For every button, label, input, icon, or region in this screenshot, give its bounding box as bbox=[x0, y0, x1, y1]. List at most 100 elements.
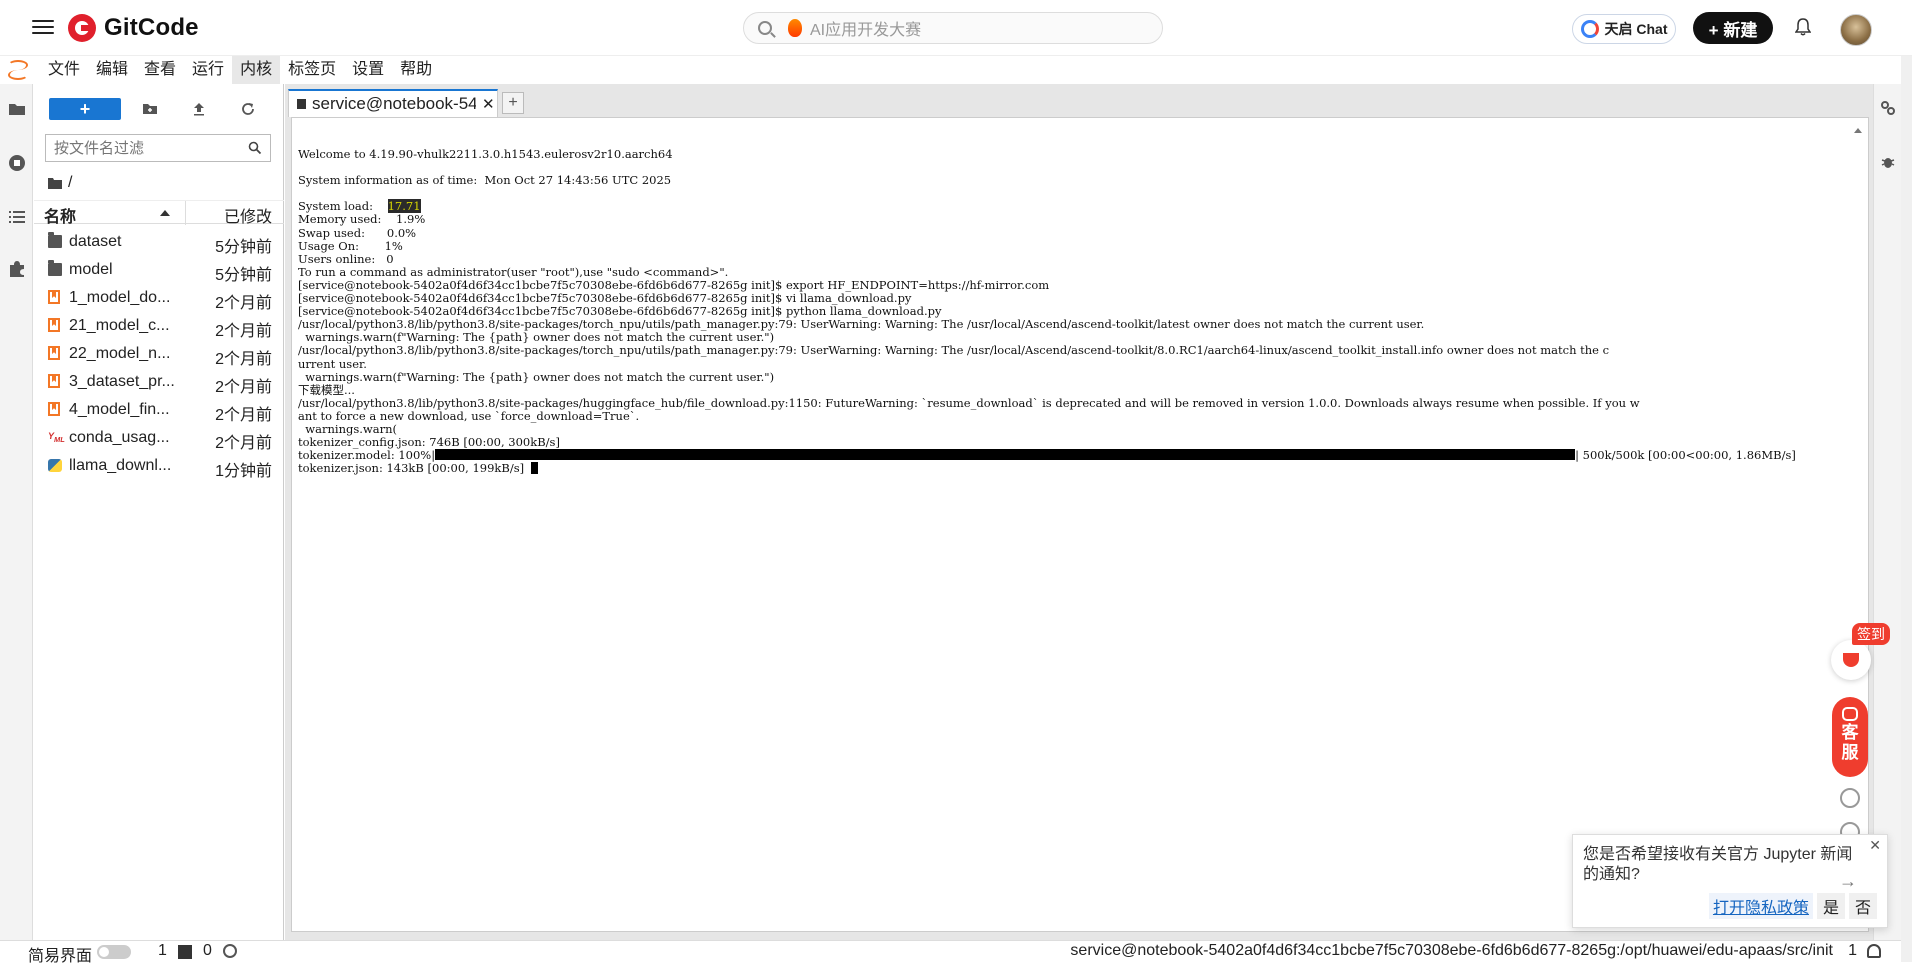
file-modified: 2个月前 bbox=[215, 323, 272, 340]
folder-icon[interactable] bbox=[8, 100, 26, 118]
main-dock-area: service@notebook-5402a0f4d6f34cc1bcbe7f5… bbox=[285, 84, 1873, 940]
file-modified: 5分钟前 bbox=[215, 267, 272, 284]
file-row[interactable]: model 5分钟前 bbox=[34, 256, 284, 284]
file-row[interactable]: YML conda_usag... 2个月前 bbox=[34, 424, 284, 452]
file-name: 21_model_c... bbox=[69, 317, 170, 334]
trophy-icon bbox=[1843, 653, 1859, 667]
bell-icon[interactable] bbox=[1867, 944, 1881, 958]
file-row[interactable]: llama_downl... 1分钟前 bbox=[34, 452, 284, 480]
terminal-icon bbox=[297, 99, 306, 109]
terminal-text-block: Memory used: 1.9% Swap used: 0.0% Usage … bbox=[298, 212, 1640, 450]
gitcode-logo[interactable]: GitCode bbox=[68, 12, 199, 44]
terminal-panel[interactable]: Welcome to 4.19.90-vhulk2211.3.0.h1543.e… bbox=[291, 117, 1869, 932]
refresh-icon[interactable] bbox=[239, 100, 257, 118]
page-scrollbar[interactable] bbox=[1901, 56, 1912, 962]
hamburger-menu-icon[interactable] bbox=[32, 16, 54, 38]
tab-terminal[interactable]: service@notebook-5402a0f4d6f34cc1bcbe7f5… bbox=[288, 89, 498, 117]
kernel-count[interactable]: 1 bbox=[158, 942, 167, 960]
terminal-count[interactable]: 0 bbox=[203, 942, 212, 960]
top-header: GitCode AI应用开发大赛 天启 Chat + 新建 bbox=[0, 0, 1912, 56]
tab-label: service@notebook-5402a0f4d6f34cc1bcbe7f5… bbox=[312, 94, 476, 113]
file-row[interactable]: 21_model_c... 2个月前 bbox=[34, 312, 284, 340]
menu-help[interactable]: 帮助 bbox=[392, 56, 440, 84]
debugger-bug-icon[interactable] bbox=[1880, 154, 1896, 170]
add-tab-button[interactable]: + bbox=[502, 92, 524, 114]
menu-file[interactable]: 文件 bbox=[40, 56, 88, 84]
menu-view[interactable]: 查看 bbox=[136, 56, 184, 84]
menu-run[interactable]: 运行 bbox=[184, 56, 232, 84]
privacy-policy-link[interactable]: 打开隐私政策 bbox=[1708, 893, 1813, 919]
chat-logo-icon bbox=[1580, 20, 1599, 38]
left-sidebar-rail bbox=[0, 84, 33, 940]
checkin-badge[interactable]: 签到 bbox=[1852, 623, 1890, 645]
chat-button[interactable]: 天启 Chat bbox=[1572, 14, 1676, 44]
file-filter-input[interactable] bbox=[54, 139, 234, 157]
upload-icon[interactable] bbox=[190, 100, 208, 118]
user-avatar[interactable] bbox=[1840, 14, 1872, 46]
notification-count[interactable]: 1 bbox=[1848, 942, 1857, 960]
notebook-icon bbox=[48, 346, 60, 360]
file-row[interactable]: 22_model_n... 2个月前 bbox=[34, 340, 284, 368]
tab-bar: service@notebook-5402a0f4d6f34cc1bcbe7f5… bbox=[288, 87, 524, 117]
close-icon[interactable]: ✕ bbox=[1869, 837, 1881, 854]
terminal-last-line: tokenizer.json: 143kB [00:00, 199kB/s] bbox=[298, 461, 532, 476]
table-of-contents-icon[interactable] bbox=[8, 208, 26, 226]
system-load-value: 17.71 bbox=[387, 199, 421, 214]
download-progress-bar bbox=[435, 449, 1576, 461]
file-modified: 2个月前 bbox=[215, 435, 272, 452]
extension-puzzle-icon[interactable] bbox=[8, 260, 26, 278]
file-modified: 2个月前 bbox=[215, 407, 272, 424]
menu-tabs[interactable]: 标签页 bbox=[280, 56, 344, 84]
menu-edit[interactable]: 编辑 bbox=[88, 56, 136, 84]
bell-icon[interactable] bbox=[1795, 18, 1811, 36]
terminal-icon bbox=[178, 945, 192, 959]
history-icon[interactable] bbox=[1840, 788, 1860, 808]
file-modified: 5分钟前 bbox=[215, 239, 272, 256]
yaml-file-icon: YML bbox=[48, 431, 65, 444]
column-modified[interactable]: 已修改 bbox=[224, 203, 272, 227]
file-filter-field[interactable] bbox=[45, 134, 271, 162]
toast-actions: 打开隐私政策 是 否 bbox=[1708, 893, 1877, 919]
new-button[interactable]: + 新建 bbox=[1693, 12, 1773, 44]
customer-service-button[interactable]: 客服 bbox=[1832, 697, 1868, 777]
column-name[interactable]: 名称 bbox=[44, 203, 76, 227]
close-icon[interactable]: ✕ bbox=[482, 95, 495, 113]
search-icon bbox=[758, 21, 772, 35]
no-button[interactable]: 否 bbox=[1848, 893, 1877, 919]
checkin-trophy-button[interactable] bbox=[1831, 640, 1871, 680]
file-name: conda_usag... bbox=[69, 429, 170, 446]
running-stop-icon[interactable] bbox=[8, 154, 26, 172]
new-folder-icon[interactable] bbox=[141, 100, 159, 118]
menu-kernel[interactable]: 内核 bbox=[232, 56, 281, 84]
file-row[interactable]: 4_model_fin... 2个月前 bbox=[34, 396, 284, 424]
file-row[interactable]: 3_dataset_pr... 2个月前 bbox=[34, 368, 284, 396]
menu-settings[interactable]: 设置 bbox=[344, 56, 392, 84]
file-row[interactable]: 1_model_do... 2个月前 bbox=[34, 284, 284, 312]
simple-mode-toggle[interactable] bbox=[97, 945, 131, 959]
property-inspector-icon[interactable] bbox=[1880, 100, 1896, 116]
file-row[interactable]: dataset 5分钟前 bbox=[34, 228, 284, 256]
file-name: 1_model_do... bbox=[69, 289, 171, 306]
news-notification-toast: 您是否希望接收有关官方 Jupyter 新闻的通知? ✕ → 打开隐私政策 是 … bbox=[1572, 834, 1888, 928]
progress-suffix: | 500k/500k [00:00<00:00, 1.86MB/s] bbox=[1575, 448, 1796, 463]
terminal-text-block: Welcome to 4.19.90-vhulk2211.3.0.h1543.e… bbox=[298, 147, 673, 214]
gear-icon[interactable] bbox=[223, 944, 237, 958]
notebook-icon bbox=[48, 402, 60, 416]
customer-service-label: 客服 bbox=[1841, 723, 1859, 762]
arrow-right-icon[interactable]: → bbox=[1839, 871, 1857, 892]
breadcrumb[interactable]: / bbox=[48, 174, 72, 192]
jupyter-logo-icon bbox=[8, 60, 28, 80]
progress-prefix: tokenizer.model: 100%| bbox=[298, 448, 436, 463]
column-divider bbox=[185, 201, 186, 225]
file-name: 22_model_n... bbox=[69, 345, 171, 362]
menu-bar: 文件 编辑 查看 运行 内核 标签页 设置 帮助 bbox=[0, 56, 1912, 84]
scroll-up-icon[interactable] bbox=[1854, 128, 1862, 133]
new-launcher-button[interactable]: + bbox=[49, 98, 121, 120]
search-bar[interactable]: AI应用开发大赛 bbox=[743, 12, 1163, 44]
yes-button[interactable]: 是 bbox=[1816, 893, 1845, 919]
file-list-header: 名称 已修改 bbox=[34, 200, 284, 227]
file-modified: 1分钟前 bbox=[215, 463, 272, 480]
file-name: dataset bbox=[69, 233, 122, 250]
file-name: 3_dataset_pr... bbox=[69, 373, 175, 390]
file-name: model bbox=[69, 261, 113, 278]
